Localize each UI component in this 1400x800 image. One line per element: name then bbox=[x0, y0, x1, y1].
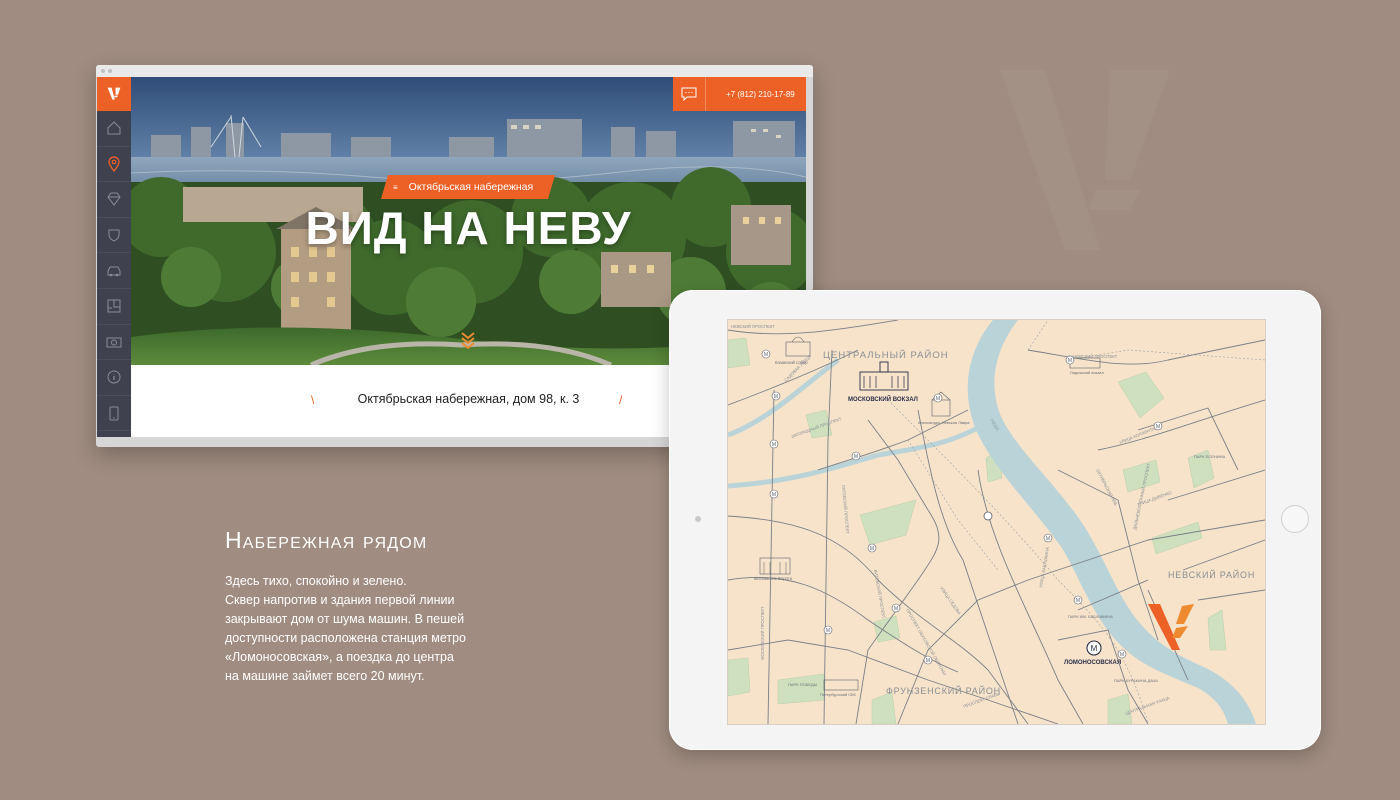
svg-text:Петербургский СКК: Петербургский СКК bbox=[820, 692, 857, 697]
section-description: Здесь тихо, спокойно и зелено. Сквер нап… bbox=[225, 572, 525, 686]
svg-text:Александро-Невская Лавра: Александро-Невская Лавра bbox=[918, 420, 970, 425]
location-tag-label: Октябрьская набережная bbox=[408, 181, 534, 193]
mobile-icon[interactable] bbox=[97, 396, 131, 432]
description-line: закрывают дом от шума машин. В пешей bbox=[225, 612, 465, 626]
svg-text:М: М bbox=[772, 492, 776, 498]
district-label: НЕВСКИЙ РАЙОН bbox=[1168, 569, 1255, 580]
street-label: НЕВСКИЙ ПРОСПЕКТ bbox=[731, 324, 775, 329]
metro-icon: М bbox=[923, 655, 933, 665]
description-line: «Ломоносовская», а поездка до центра bbox=[225, 650, 454, 664]
floorplan-icon[interactable] bbox=[97, 289, 131, 325]
camera-icon[interactable] bbox=[97, 325, 131, 361]
svg-text:Московские Ворота: Московские Ворота bbox=[754, 576, 793, 581]
location-tag: ≡ Октябрьская набережная bbox=[381, 175, 555, 199]
site-sidebar bbox=[97, 77, 131, 437]
metro-icon: М bbox=[1073, 595, 1083, 605]
metro-icon: М bbox=[851, 451, 861, 461]
description-line: на машине займет всего 20 минут. bbox=[225, 669, 425, 683]
site-logo[interactable] bbox=[97, 77, 131, 111]
home-icon[interactable] bbox=[97, 111, 131, 147]
description-line: Здесь тихо, спокойно и зелено. bbox=[225, 574, 407, 588]
svg-text:ЛОМОНОСОВСКАЯ: ЛОМОНОСОВСКАЯ bbox=[1064, 660, 1121, 666]
metro-icon: М bbox=[891, 603, 901, 613]
svg-text:М: М bbox=[1091, 644, 1098, 653]
info-icon[interactable] bbox=[97, 360, 131, 396]
svg-text:М: М bbox=[1068, 358, 1072, 364]
svg-text:М: М bbox=[936, 396, 940, 402]
location-pin-icon[interactable] bbox=[97, 147, 131, 183]
svg-text:М: М bbox=[1046, 536, 1050, 542]
district-label: ЦЕНТРАЛЬНЫЙ РАЙОН bbox=[823, 349, 949, 361]
description-line: Сквер напротив и здания первой линии bbox=[225, 593, 455, 607]
metro-icon: М bbox=[933, 393, 943, 403]
svg-text:М: М bbox=[826, 628, 830, 634]
metro-icon: М bbox=[867, 543, 877, 553]
park-label: ПАРК ПОБЕДЫ bbox=[788, 682, 818, 687]
metro-icon: М bbox=[761, 349, 771, 359]
district-label: ФРУНЗЕНСКИЙ РАЙОН bbox=[886, 685, 1001, 696]
park-label: ПАРК ЕСЕНИНА bbox=[1194, 454, 1226, 459]
svg-text:М: М bbox=[1156, 424, 1160, 430]
park-label: ПАРК КУРАКИНА ДАЧА bbox=[1114, 678, 1158, 683]
svg-text:М: М bbox=[774, 394, 778, 400]
svg-text:М: М bbox=[772, 442, 776, 448]
window-dot bbox=[108, 69, 112, 73]
metro-icon: М bbox=[1153, 421, 1163, 431]
park-label: ПАРК ИМ. БАБУШКИНА bbox=[1068, 614, 1113, 619]
phone-callout[interactable]: +7 (812) 210-17-89 bbox=[673, 77, 806, 111]
metro-icon: М bbox=[769, 439, 779, 449]
svg-text:М: М bbox=[870, 546, 874, 552]
svg-text:М: М bbox=[1120, 652, 1124, 658]
section-title: Набережная рядом bbox=[225, 527, 428, 553]
metro-icon: М bbox=[1117, 649, 1127, 659]
map-junction-marker bbox=[983, 511, 993, 521]
diamond-icon[interactable] bbox=[97, 182, 131, 218]
svg-text:МОСКОВСКИЙ ВОКЗАЛ: МОСКОВСКИЙ ВОКЗАЛ bbox=[848, 395, 918, 403]
chat-icon[interactable] bbox=[673, 77, 706, 111]
scroll-down-icon[interactable] bbox=[461, 331, 475, 349]
shield-icon[interactable] bbox=[97, 218, 131, 254]
svg-text:М: М bbox=[854, 454, 858, 460]
svg-text:М: М bbox=[1076, 598, 1080, 604]
tablet-home-button[interactable] bbox=[1281, 505, 1309, 533]
district-map[interactable]: НЕВА ЦЕНТРАЛЬНЫЙ РАЙОН НЕВСКИЙ РАЙОН ФРУ… bbox=[728, 320, 1265, 724]
map-screen: НЕВА ЦЕНТРАЛЬНЫЙ РАЙОН НЕВСКИЙ РАЙОН ФРУ… bbox=[727, 319, 1266, 725]
address-decor-right: / bbox=[619, 393, 623, 407]
metro-icon: М bbox=[1043, 533, 1053, 543]
svg-text:М: М bbox=[764, 352, 768, 358]
metro-icon: М bbox=[769, 489, 779, 499]
phone-number[interactable]: +7 (812) 210-17-89 bbox=[706, 90, 795, 99]
brand-watermark-logo bbox=[1000, 70, 1170, 250]
browser-titlebar bbox=[96, 65, 813, 77]
description-line: доступности расположена станция метро bbox=[225, 631, 466, 645]
window-dot bbox=[101, 69, 105, 73]
tablet-camera bbox=[695, 516, 701, 522]
metro-icon: М bbox=[823, 625, 833, 635]
car-icon[interactable] bbox=[97, 253, 131, 289]
svg-text:М: М bbox=[926, 658, 930, 664]
street-label: МОСКОВСКИЙ ПРОСПЕКТ bbox=[760, 606, 765, 660]
logo-v-icon bbox=[107, 87, 121, 100]
metro-icon: М bbox=[1065, 355, 1075, 365]
svg-text:М: М bbox=[894, 606, 898, 612]
svg-text:Казанский собор: Казанский собор bbox=[775, 360, 808, 365]
hero-title: ВИД НА НЕВУ bbox=[305, 202, 632, 254]
metro-icon: М bbox=[771, 391, 781, 401]
tablet-device: НЕВА ЦЕНТРАЛЬНЫЙ РАЙОН НЕВСКИЙ РАЙОН ФРУ… bbox=[669, 290, 1321, 750]
svg-text:Ладожский вокзал: Ладожский вокзал bbox=[1070, 370, 1105, 375]
